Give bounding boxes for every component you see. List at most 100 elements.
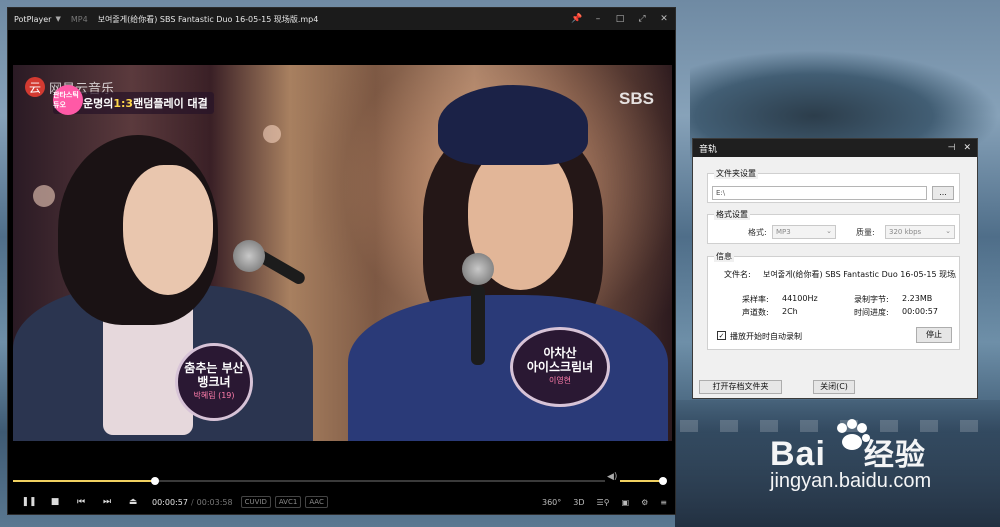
vr360-button[interactable]: 360°: [542, 498, 561, 507]
banner-highlight: 1:3: [113, 96, 134, 110]
screen-capture-icon[interactable]: ▣: [622, 498, 630, 507]
recorded-bytes-label: 录制字节:: [854, 295, 889, 304]
file-title: 보여줄게(给你看) SBS Fantastic Duo 16-05-15 现场版…: [97, 14, 319, 24]
microphone-left-head: [233, 240, 265, 272]
stop-button[interactable]: ■: [42, 497, 68, 507]
time-current: 00:00:57: [152, 497, 188, 507]
baidu-jingyan-watermark: Bai 经验 jingyan.baidu.com: [770, 419, 932, 493]
format-settings-group: 格式设置 格式: MP3 ⌄ 质量: 320 kbps ⌄: [707, 209, 960, 244]
baidu-brand-left: Bai: [770, 435, 826, 473]
netease-logo-icon: 云: [25, 77, 45, 97]
singer-right-hat: [438, 85, 588, 165]
previous-button[interactable]: ⏮: [68, 497, 94, 507]
pin-icon[interactable]: 📌: [571, 14, 582, 24]
volume-slider[interactable]: [620, 474, 667, 488]
time-total: 00:03:58: [196, 497, 233, 507]
info-group-title: 信息: [714, 251, 734, 262]
contestant-badge-right: 아차산 아이스크림녀 이영현: [510, 327, 610, 407]
right-controls: 360° 3D ☰⚲ ▣ ⚙ ≡: [542, 498, 667, 507]
info-group: 信息 文件名: 보여줄게(给你看) SBS Fantastic Duo 16-0…: [707, 251, 960, 350]
file-format: MP4: [70, 14, 88, 24]
dialog-title-buttons: ⊣ ✕: [948, 143, 971, 153]
folder-settings-group: 文件夹设置 E:\ ...: [707, 168, 960, 203]
eject-button[interactable]: ⏏: [120, 497, 146, 507]
badge-right-sub: 이영현: [548, 376, 572, 385]
time-separator: /: [190, 497, 194, 507]
folder-path-input[interactable]: E:\: [712, 186, 927, 200]
banner-prefix: 운명의: [83, 97, 114, 110]
format-label: 格式:: [748, 228, 767, 237]
singer-right-body: [348, 295, 668, 441]
quality-label: 质量:: [856, 228, 875, 237]
codec-tag-avc1[interactable]: AVC1: [274, 496, 302, 508]
samplerate-value: 44100Hz: [782, 294, 818, 303]
potplayer-window[interactable]: PotPlayer ▼ MP4 보여줄게(给你看) SBS Fantastic …: [7, 7, 676, 515]
fullscreen-icon[interactable]: ⤢: [637, 14, 647, 24]
stop-recording-button[interactable]: 停止: [916, 327, 952, 343]
maximize-icon[interactable]: □: [615, 14, 625, 24]
playback-controls: ❚❚ ■ ⏮ ⏭ ⏏ 00:00:57 / 00:03:58 CUVID AVC…: [8, 490, 675, 514]
dialog-close-icon[interactable]: ✕: [963, 143, 971, 153]
quality-select[interactable]: 320 kbps ⌄: [885, 225, 955, 239]
badge-right-line1: 아차산: [543, 346, 577, 360]
app-menu-chevron-icon[interactable]: ▼: [55, 15, 60, 23]
dock-icon[interactable]: ⊣: [948, 143, 956, 153]
codec-tag-aac[interactable]: AAC: [305, 496, 328, 508]
format-select-value: MP3: [776, 228, 791, 236]
quality-chevron-down-icon: ⌄: [945, 227, 951, 235]
badge-right-line2: 아이스크림녀: [526, 360, 594, 374]
codec-tag-cuvid[interactable]: CUVID: [240, 496, 271, 508]
seek-bar[interactable]: [13, 474, 605, 488]
badge-left-line1: 춤추는 부산: [184, 361, 244, 375]
dialog-titlebar[interactable]: 音轨 ⊣ ✕: [693, 139, 977, 157]
channels-label: 声道数:: [742, 308, 769, 317]
player-titlebar[interactable]: PotPlayer ▼ MP4 보여줄게(给你看) SBS Fantastic …: [8, 8, 675, 30]
singer-left-face: [123, 165, 213, 295]
banner-suffix: 랜덤플레이 대결: [133, 97, 208, 110]
autorecord-label: 播放开始时自动录制: [730, 332, 802, 341]
window-buttons: 📌 – □ ⤢ ✕: [571, 14, 669, 24]
stage-light: [263, 125, 281, 143]
close-button[interactable]: 关闭(C): [813, 380, 855, 394]
playlist-icon[interactable]: ☰⚲: [597, 498, 610, 507]
recorded-bytes-value: 2.23MB: [902, 294, 933, 303]
volume-icon[interactable]: ◀): [607, 472, 617, 482]
app-name[interactable]: PotPlayer: [14, 15, 51, 24]
volume-handle[interactable]: [659, 477, 667, 485]
video-frame[interactable]: 춤추는 부산 뱅크녀 박혜림 (19) 아차산 아이스크림녀 이영현 云 网易云…: [13, 65, 672, 441]
time-progress-value: 00:00:57: [902, 307, 938, 316]
contestant-badge-left: 춤추는 부산 뱅크녀 박혜림 (19): [175, 343, 253, 421]
time-progress-label: 时间进度:: [854, 308, 889, 317]
autorecord-checkbox[interactable]: ✓: [717, 331, 726, 340]
format-select[interactable]: MP3 ⌄: [772, 225, 836, 239]
badge-left-line2: 뱅크녀: [197, 375, 231, 389]
seek-progress-fill: [13, 480, 156, 482]
dialog-title: 音轨: [699, 144, 718, 155]
folder-group-title: 文件夹设置: [714, 168, 758, 179]
filename-label: 文件名:: [724, 270, 751, 279]
format-group-title: 格式设置: [714, 209, 750, 220]
close-icon[interactable]: ✕: [659, 14, 669, 24]
badge-left-sub: 박혜림 (19): [193, 391, 235, 400]
browse-button[interactable]: ...: [932, 186, 954, 200]
pause-button[interactable]: ❚❚: [16, 497, 42, 507]
settings-gear-icon[interactable]: ⚙: [641, 498, 648, 507]
baidu-url: jingyan.baidu.com: [770, 470, 932, 492]
seek-handle[interactable]: [151, 477, 160, 485]
open-archive-folder-button[interactable]: 打开存档文件夹: [699, 380, 782, 394]
baidu-brand: Bai 经验: [770, 430, 931, 474]
audio-track-dialog[interactable]: 音轨 ⊣ ✕ 文件夹设置 E:\ ... 格式设置 格式: MP3 ⌄ 质量: …: [692, 138, 978, 399]
quality-select-value: 320 kbps: [889, 228, 922, 236]
show-logo: 판타스틱 듀오: [53, 85, 83, 115]
microphone-right-head: [462, 253, 494, 285]
next-button[interactable]: ⏭: [94, 497, 120, 507]
channels-value: 2Ch: [782, 307, 798, 316]
minimize-icon[interactable]: –: [593, 14, 603, 24]
3d-button[interactable]: 3D: [573, 498, 584, 507]
format-chevron-down-icon: ⌄: [826, 227, 832, 235]
broadcaster-logo: SBS: [619, 89, 654, 108]
baidu-brand-right: 经验: [863, 438, 926, 473]
menu-icon[interactable]: ≡: [660, 498, 667, 507]
microphone-right: [471, 285, 485, 365]
samplerate-label: 采样率:: [742, 295, 769, 304]
